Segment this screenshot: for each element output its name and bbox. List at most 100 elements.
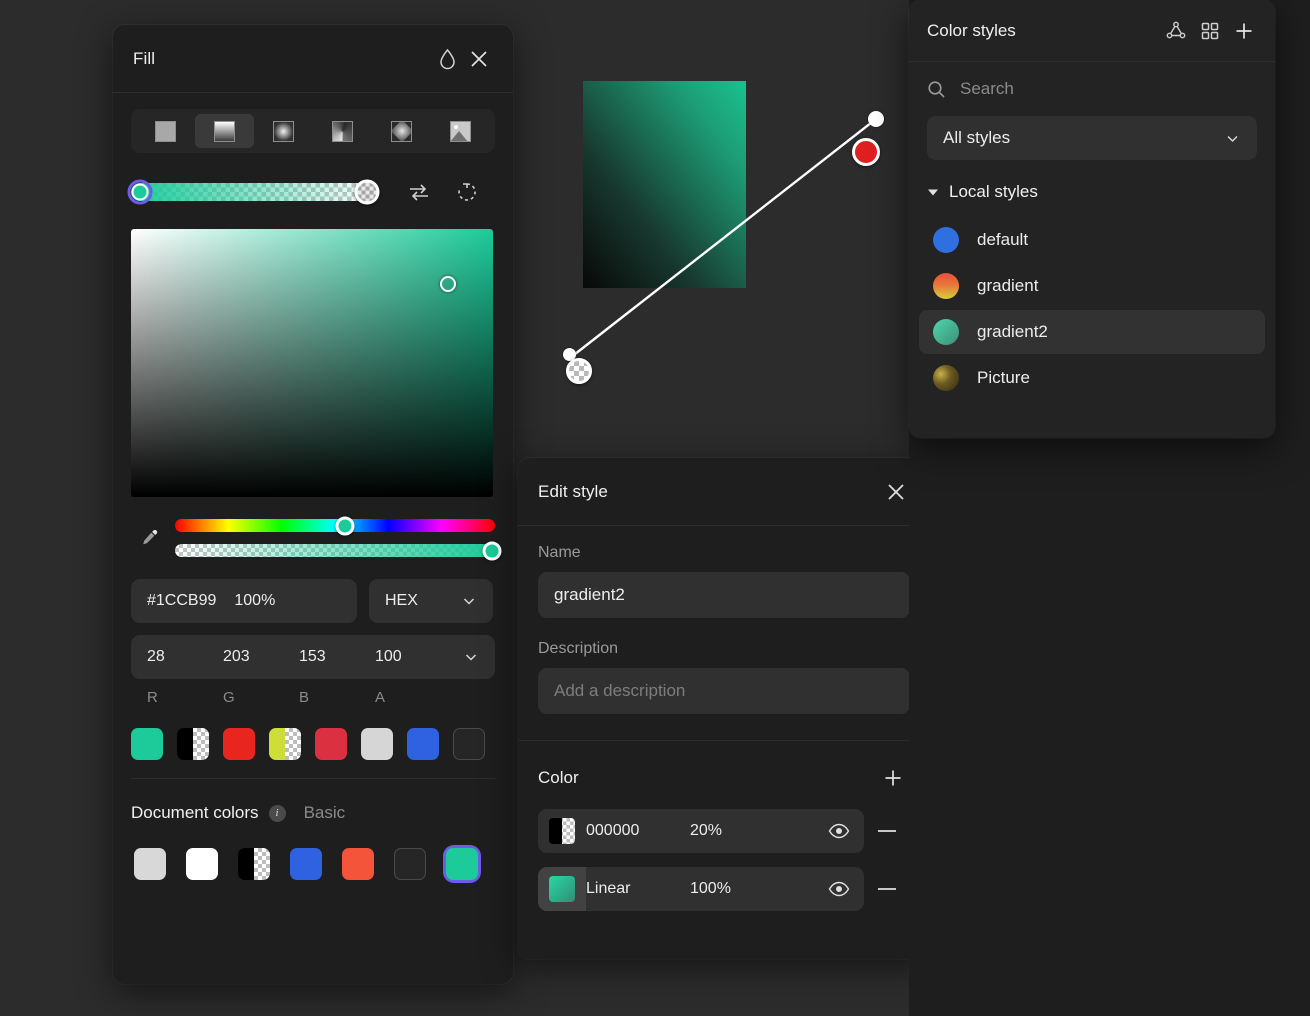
g-input[interactable]: 203: [223, 648, 299, 666]
gradient-stop-handle-1[interactable]: [127, 179, 153, 205]
color-stop-row: 000000 20%: [538, 809, 910, 853]
color-cursor[interactable]: [440, 276, 456, 292]
solid-fill-icon: [155, 120, 176, 142]
remove-stop-2-button[interactable]: [864, 887, 910, 891]
add-color-style-button[interactable]: [1227, 14, 1261, 48]
canvas-workspace[interactable]: Fill #1CCB99 100% HEX 28 203 153 100 R G…: [0, 0, 930, 1016]
fill-type-selector[interactable]: [131, 109, 495, 153]
swatch-black-alpha[interactable]: [177, 728, 209, 760]
swatch-blue[interactable]: [407, 728, 439, 760]
style-filter-select[interactable]: All styles: [927, 116, 1257, 160]
hue-slider[interactable]: [175, 516, 495, 535]
alpha-slider-knob[interactable]: [482, 541, 502, 560]
color-stop-row: Linear 100%: [538, 867, 910, 911]
document-swatches: [131, 845, 495, 883]
stop-2-opacity[interactable]: 100%: [690, 880, 828, 898]
gradient-end-handle[interactable]: [868, 111, 884, 127]
style-description-input[interactable]: Add a description: [538, 668, 910, 714]
color-stop-2[interactable]: Linear 100%: [538, 867, 864, 911]
swatch-light-grey[interactable]: [361, 728, 393, 760]
color-style-item-gradient2[interactable]: gradient2: [919, 310, 1265, 354]
fill-type-image[interactable]: [431, 114, 490, 148]
doc-swatch-white[interactable]: [183, 845, 221, 883]
color-stop-1[interactable]: 000000 20%: [538, 809, 864, 853]
list-item-label: default: [977, 230, 1029, 249]
color-style-item-picture[interactable]: Picture: [919, 356, 1265, 400]
chevron-down-icon: [463, 598, 475, 605]
name-label: Name: [538, 544, 581, 561]
doc-swatch-blue[interactable]: [287, 845, 325, 883]
swap-arrows-icon[interactable]: [402, 175, 436, 209]
recent-swatches: [131, 728, 495, 779]
color-styles-title: Color styles: [927, 20, 1016, 40]
swatch-crimson[interactable]: [315, 728, 347, 760]
color-style-item-gradient[interactable]: gradient: [919, 264, 1265, 308]
right-sidebar: Pass thro 100% Fill: [909, 0, 1310, 1016]
hex-input[interactable]: #1CCB99 100%: [131, 579, 357, 623]
hue-slider-knob[interactable]: [335, 516, 355, 535]
tab-basic[interactable]: Basic: [304, 803, 346, 823]
fill-type-diamond[interactable]: [372, 114, 431, 148]
color-mode-select[interactable]: HEX: [369, 579, 493, 623]
swatch-green[interactable]: [131, 728, 163, 760]
swatch-none[interactable]: [453, 728, 485, 760]
stop-thumbnail[interactable]: [538, 867, 586, 911]
gradient-stop-handle-2[interactable]: [354, 179, 380, 205]
hex-value: #1CCB99: [147, 592, 217, 609]
gradient-stop-end[interactable]: [852, 138, 880, 166]
eye-icon[interactable]: [828, 881, 850, 897]
color-styles-popover: Color styles Search All styles Local sty…: [909, 0, 1275, 438]
swatch-red[interactable]: [223, 728, 255, 760]
divider: [518, 740, 930, 741]
color-style-item-default[interactable]: default: [919, 218, 1265, 262]
document-colors-title: Document colors: [131, 803, 259, 822]
gradient-stop-start[interactable]: [566, 358, 592, 384]
stop-2-name: Linear: [586, 880, 631, 897]
image-swatch-icon: [933, 365, 959, 391]
stop-thumbnail[interactable]: [538, 809, 586, 853]
eyedropper-icon[interactable]: [131, 519, 169, 557]
close-icon[interactable]: [880, 476, 912, 508]
linear-gradient-icon: [214, 120, 235, 142]
swatch-lime-alpha[interactable]: [269, 728, 301, 760]
fill-type-linear[interactable]: [195, 114, 254, 148]
linear-gradient-thumb-icon: [549, 876, 575, 902]
rgba-inputs[interactable]: 28 203 153 100: [131, 635, 495, 679]
search-input[interactable]: Search: [909, 62, 1275, 116]
stop-1-name: 000000: [586, 822, 640, 839]
r-input[interactable]: 28: [147, 648, 223, 666]
black-alpha-thumb-icon: [549, 818, 575, 844]
gradient-stops-bar[interactable]: [127, 179, 380, 205]
rgba-mode-chevron-icon[interactable]: [463, 649, 479, 665]
add-color-stop-button[interactable]: [876, 761, 910, 795]
style-name-input[interactable]: gradient2: [538, 572, 910, 618]
fill-type-radial[interactable]: [254, 114, 313, 148]
search-placeholder: Search: [960, 79, 1014, 98]
doc-swatch-green-selected[interactable]: [443, 845, 481, 883]
gradient-rectangle[interactable]: [583, 81, 746, 288]
saturation-value-field[interactable]: [131, 229, 493, 497]
doc-swatch-orange-red[interactable]: [339, 845, 377, 883]
info-icon[interactable]: i: [268, 804, 286, 822]
fill-type-angular[interactable]: [313, 114, 372, 148]
droplet-icon[interactable]: [431, 43, 463, 75]
vector-nodes-icon[interactable]: [1159, 14, 1193, 48]
eye-icon[interactable]: [828, 823, 850, 839]
doc-swatch-light-grey[interactable]: [131, 845, 169, 883]
remove-stop-1-button[interactable]: [864, 829, 910, 833]
local-styles-group-toggle[interactable]: Local styles: [909, 168, 1275, 216]
b-input[interactable]: 153: [299, 648, 375, 666]
label-b: B: [299, 689, 310, 706]
hex-row: #1CCB99 100% HEX: [131, 579, 495, 623]
a-input[interactable]: 100: [375, 648, 451, 666]
label-g: G: [223, 689, 235, 706]
doc-swatch-none[interactable]: [391, 845, 429, 883]
document-colors-header: Document colors i Basic: [131, 803, 495, 823]
rotate-icon[interactable]: [450, 175, 484, 209]
stop-1-opacity[interactable]: 20%: [690, 822, 828, 840]
close-icon[interactable]: [463, 43, 495, 75]
grid-view-icon[interactable]: [1193, 14, 1227, 48]
doc-swatch-black-alpha[interactable]: [235, 845, 273, 883]
fill-type-solid[interactable]: [136, 114, 195, 148]
alpha-slider[interactable]: [175, 541, 502, 560]
